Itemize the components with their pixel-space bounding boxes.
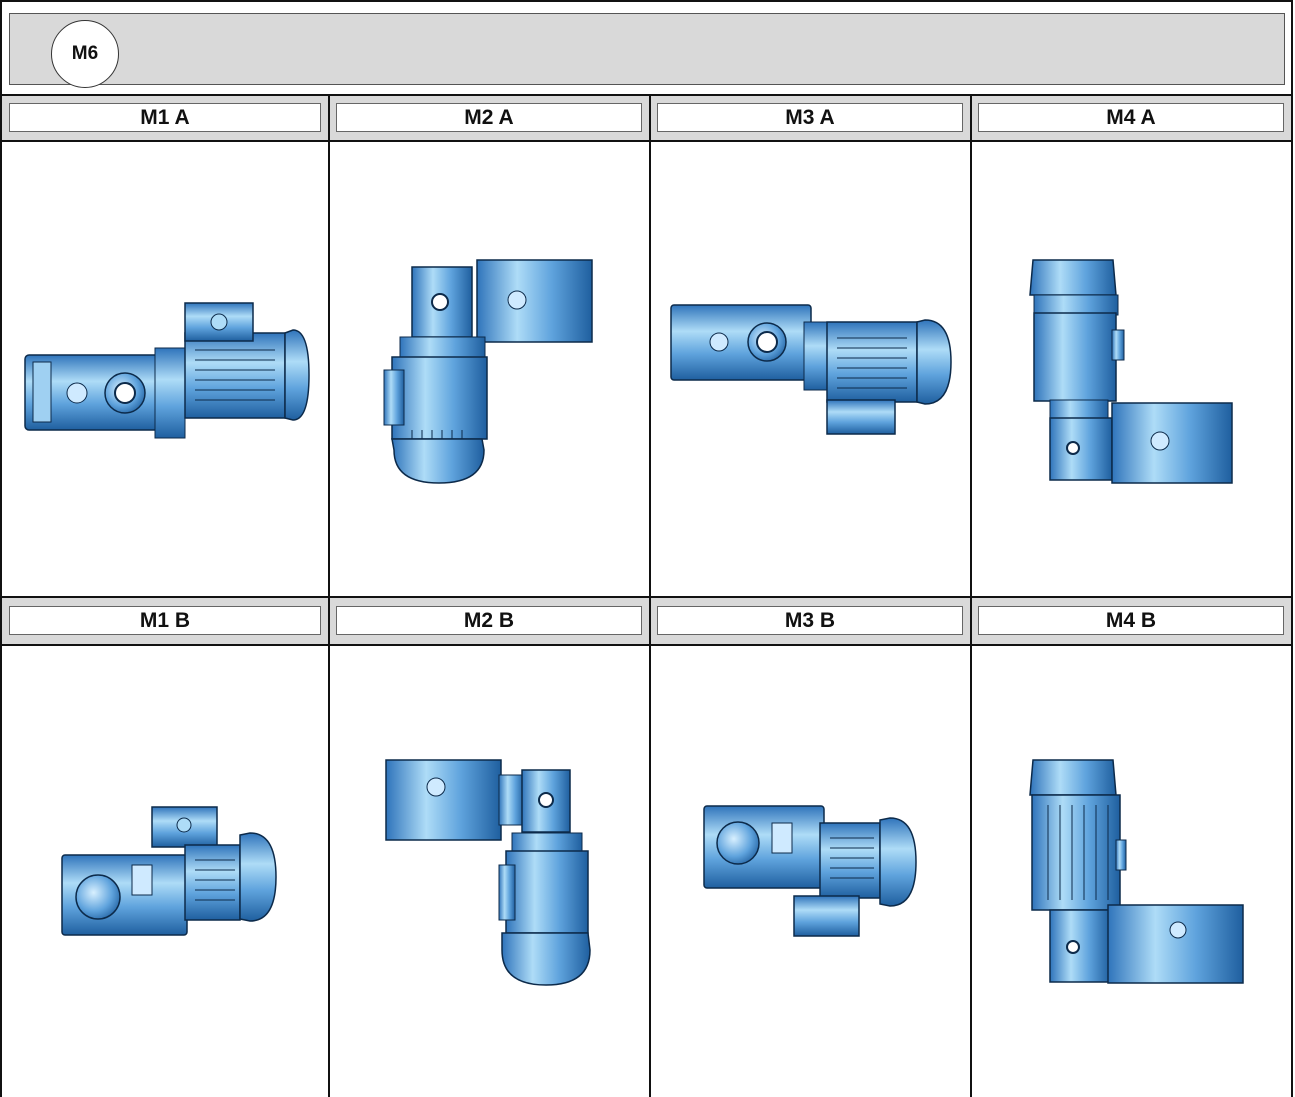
label-m1-a: M1 A: [9, 103, 321, 132]
column-divider: [328, 94, 330, 1097]
row-divider: [0, 140, 1293, 142]
gearmotor-m2-b-illustration: [385, 759, 591, 986]
label-m2-a: M2 A: [336, 103, 642, 132]
gearmotor-m1-a-illustration: [24, 302, 310, 439]
gearmotor-m4-a-illustration: [1029, 259, 1233, 484]
label-m1-b: M1 B: [9, 606, 321, 635]
gearmotor-m3-b-illustration: [703, 805, 917, 937]
column-divider: [970, 94, 972, 1097]
label-m2-b: M2 B: [336, 606, 642, 635]
label-m3-b: M3 B: [657, 606, 963, 635]
column-divider: [649, 94, 651, 1097]
gearmotor-m4-b-illustration: [1029, 759, 1244, 984]
gearmotor-m3-a-illustration: [670, 304, 952, 435]
gearmotor-m1-b-illustration: [61, 806, 277, 936]
label-m4-b: M4 B: [978, 606, 1284, 635]
mounting-positions-diagram: M6 M1 A M2 A M3 A M4 A M1 B M2 B M3 B M4…: [0, 0, 1295, 1097]
mounting-code-badge: M6: [51, 20, 119, 88]
header-band: [9, 13, 1285, 85]
label-m4-a: M4 A: [978, 103, 1284, 132]
gearmotor-m2-a-illustration: [383, 259, 593, 484]
row-divider: [0, 644, 1293, 646]
label-m3-a: M3 A: [657, 103, 963, 132]
